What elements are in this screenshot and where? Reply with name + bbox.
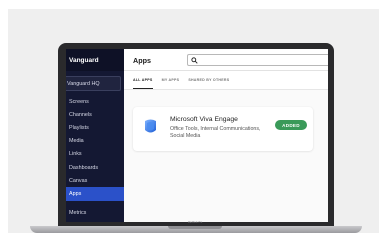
tab-my-apps[interactable]: MY APPS [162,71,180,89]
laptop-screen: Vanguard Vanguard HQ Screens Channels Pl… [66,49,328,222]
app-categories: Office Tools, Internal Communications, S… [170,126,261,139]
org-selector[interactable]: Vanguard HQ [66,76,121,91]
sidebar-item-playlists[interactable]: Playlists [66,121,124,134]
sidebar: Vanguard Vanguard HQ Screens Channels Pl… [66,49,124,222]
brand-name: Vanguard [66,49,124,71]
tab-bar: ALL APPS MY APPS SHARED BY OTHERS [124,71,328,90]
search-icon [191,57,198,64]
sidebar-item-apps[interactable]: Apps [66,187,124,201]
laptop-notch [168,226,222,229]
added-badge: ADDED [275,120,307,130]
main-content: Apps ALL APPS MY APPS SHARED BY OTHERS M… [124,49,328,222]
page-title: Apps [133,56,151,65]
sidebar-item-screens[interactable]: Screens [66,95,124,108]
laptop-model-label: MacBook Pro [187,221,203,224]
sidebar-item-media[interactable]: Media [66,135,124,148]
sidebar-item-metrics[interactable]: Metrics [66,207,124,218]
sidebar-item-canvas[interactable]: Canvas [66,174,124,187]
sidebar-item-dashboards[interactable]: Dashboards [66,161,124,174]
viva-engage-icon [145,119,156,133]
search-input[interactable] [187,54,328,66]
sidebar-item-links[interactable]: Links [66,148,124,161]
app-card[interactable]: Microsoft Viva Engage Office Tools, Inte… [133,107,313,151]
sidebar-item-channels[interactable]: Channels [66,108,124,121]
sidebar-nav: Screens Channels Playlists Media Links D… [66,95,124,201]
app-name: Microsoft Viva Engage [170,116,238,123]
tab-shared-by-others[interactable]: SHARED BY OTHERS [188,71,229,89]
tab-all-apps[interactable]: ALL APPS [133,71,153,89]
top-bar: Apps [124,49,328,71]
